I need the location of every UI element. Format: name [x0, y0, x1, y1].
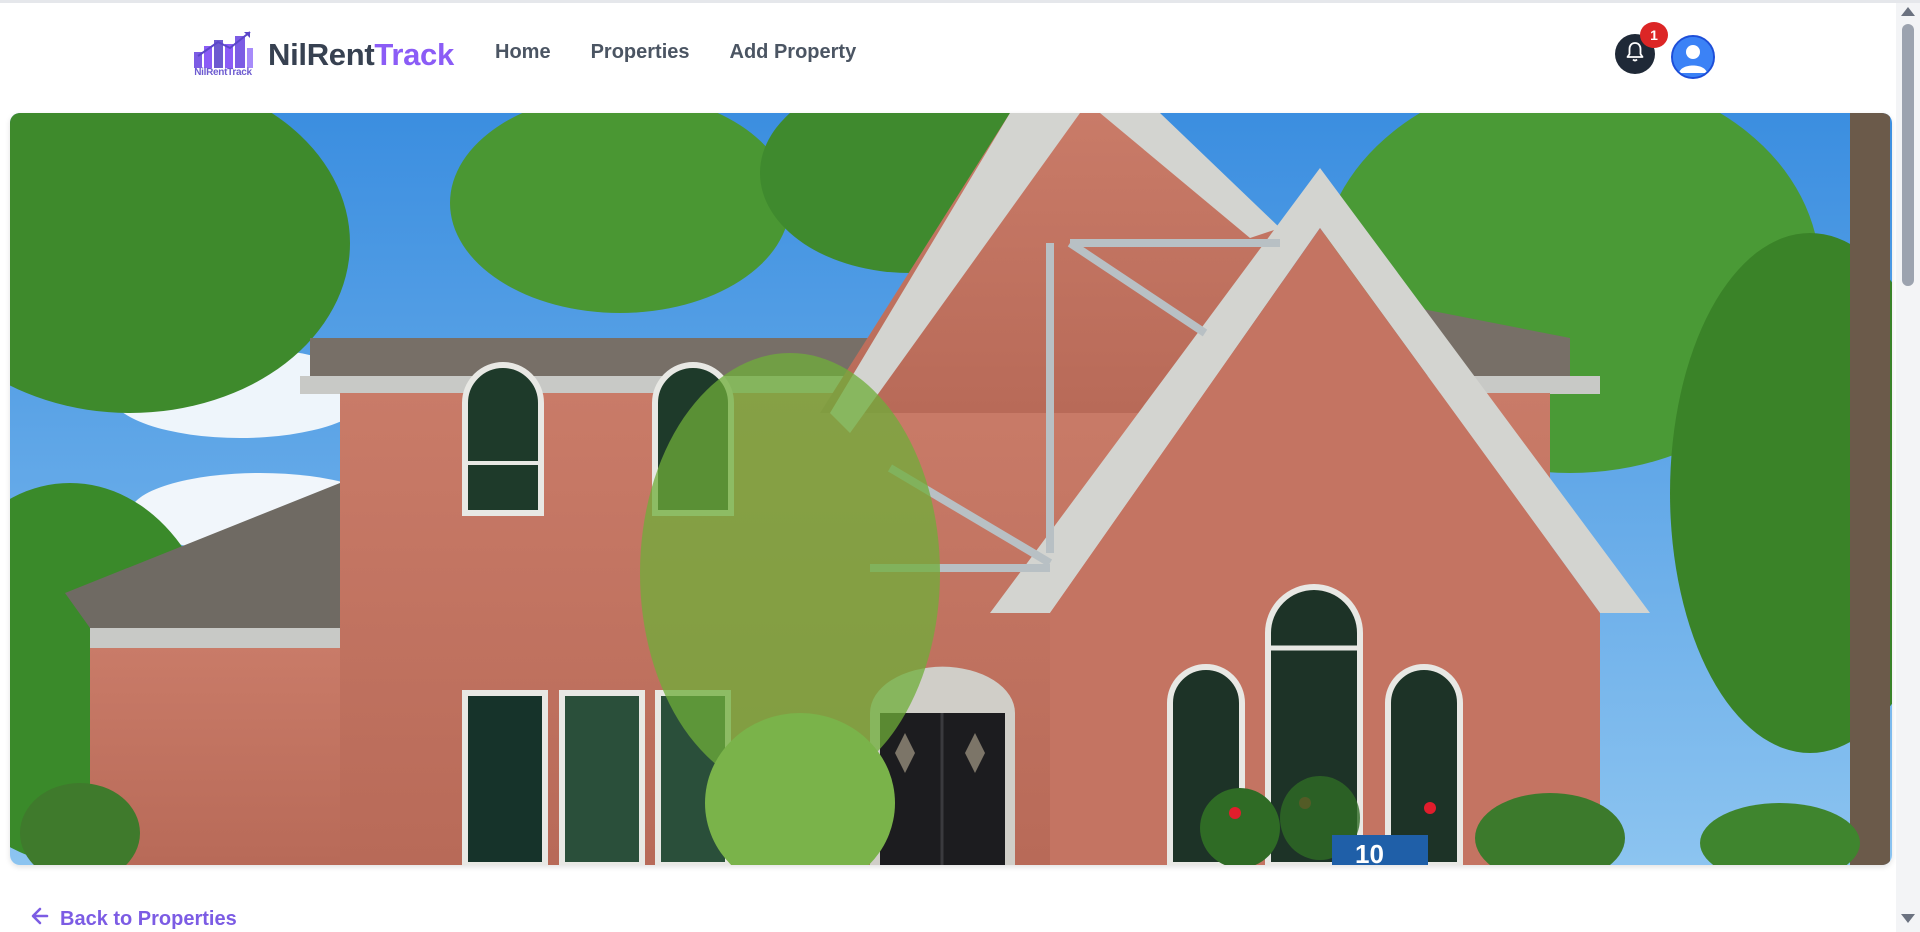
- scrollbar-thumb[interactable]: [1902, 24, 1914, 286]
- notification-count-badge: 1: [1640, 22, 1668, 48]
- nav-add-property[interactable]: Add Property: [730, 41, 857, 64]
- site-header: NilRentTrack NilRentTrack Home Propertie…: [0, 3, 1896, 103]
- user-avatar-button[interactable]: [1671, 35, 1715, 79]
- logo: NilRentTrack: [190, 30, 256, 80]
- nav-properties[interactable]: Properties: [591, 41, 690, 64]
- main-nav: Home Properties Add Property: [495, 41, 896, 64]
- page: NilRentTrack NilRentTrack Home Propertie…: [0, 0, 1920, 932]
- property-hero-image: 10: [10, 113, 1892, 865]
- scroll-up-arrow[interactable]: [1901, 7, 1915, 16]
- back-to-properties-link[interactable]: Back to Properties: [30, 906, 237, 932]
- nav-home[interactable]: Home: [495, 41, 551, 64]
- scroll-down-arrow[interactable]: [1901, 914, 1915, 923]
- brand-name: NilRentTrack: [268, 37, 454, 73]
- brand-name-part2: Track: [374, 37, 454, 72]
- logo-text: NilRentTrack: [194, 67, 252, 78]
- house-number: 10: [1355, 839, 1384, 865]
- brand-name-part1: NilRent: [268, 37, 375, 72]
- back-link-label: Back to Properties: [60, 907, 237, 930]
- house-photo: 10: [10, 113, 1892, 865]
- arrow-left-icon: [30, 906, 50, 932]
- brand[interactable]: NilRentTrack NilRentTrack: [190, 30, 454, 80]
- user-avatar-icon: [1673, 37, 1713, 77]
